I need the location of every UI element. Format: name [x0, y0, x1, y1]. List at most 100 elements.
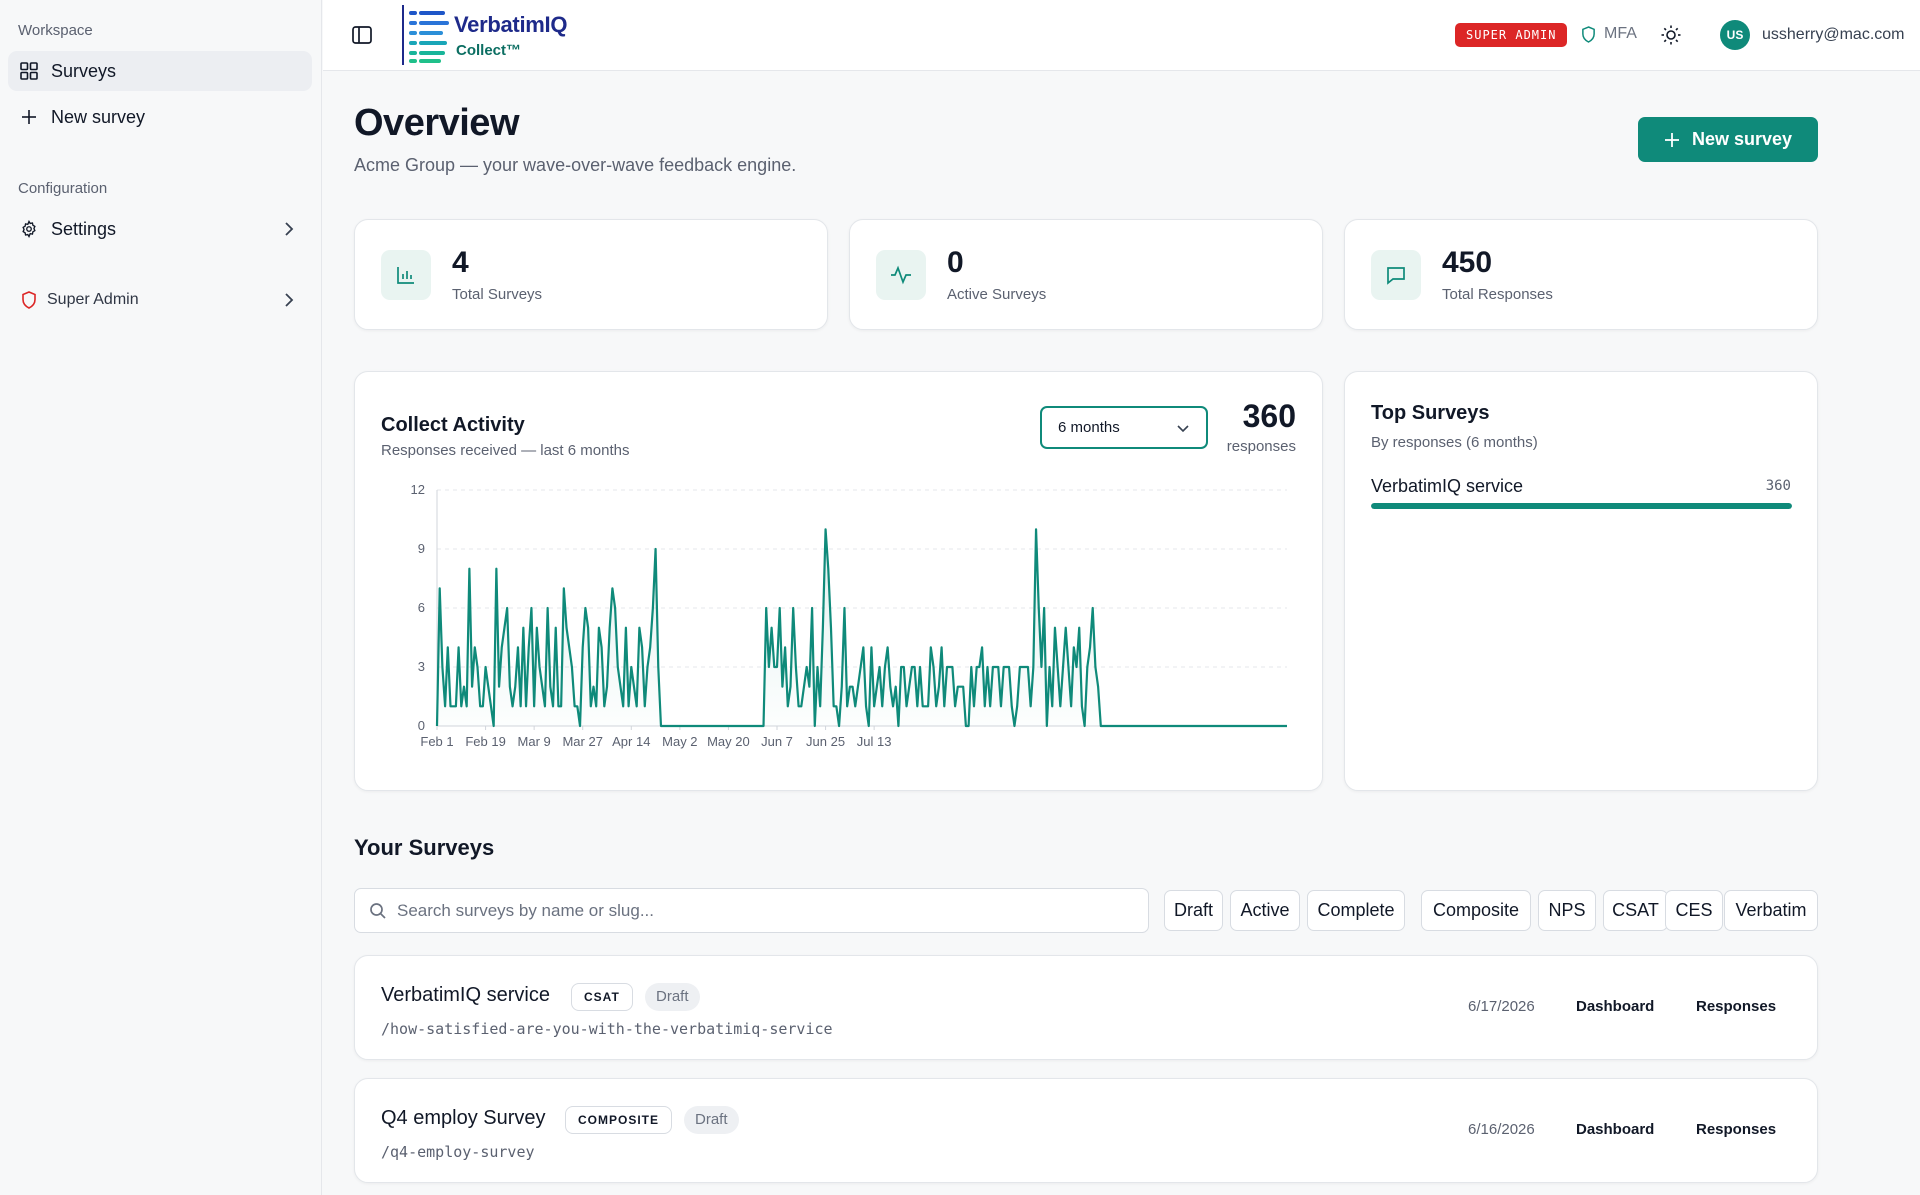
activity-card: Collect Activity Responses received — la…: [354, 371, 1323, 791]
sidebar-item-settings[interactable]: Settings: [8, 209, 312, 249]
message-icon: [1371, 250, 1421, 300]
stat-card-total-surveys: 4 Total Surveys: [354, 219, 828, 330]
sidebar-item-new-survey[interactable]: New survey: [8, 97, 312, 137]
y-tick-label: 3: [418, 659, 425, 674]
filter-complete[interactable]: Complete: [1307, 890, 1405, 931]
survey-slug: /q4-employ-survey: [381, 1143, 535, 1161]
super-admin-badge: SUPER ADMIN: [1455, 23, 1568, 47]
survey-type-badge: COMPOSITE: [565, 1106, 673, 1134]
page-title: Overview: [354, 102, 520, 144]
survey-name[interactable]: Q4 employ Survey: [381, 1107, 546, 1130]
top-survey-bar-fill: [1371, 503, 1792, 509]
top-header: VerbatimIQ Collect™ SUPER ADMIN MFA US u…: [323, 0, 1920, 71]
survey-name[interactable]: VerbatimIQ service: [381, 984, 550, 1007]
sidebar-item-label: Super Admin: [47, 291, 139, 308]
top-surveys-subtitle: By responses (6 months): [1371, 434, 1538, 451]
search-icon: [370, 902, 386, 919]
stat-value: 450: [1442, 246, 1493, 279]
workspace-group-label: Workspace: [18, 22, 93, 39]
user-email: ussherry@mac.com: [1762, 26, 1905, 43]
survey-date: 6/16/2026: [1468, 1121, 1535, 1138]
x-tick-label: Apr 14: [612, 734, 650, 749]
shield-icon: [1582, 25, 1595, 43]
avatar: US: [1720, 20, 1750, 50]
plus-icon: [19, 107, 39, 127]
bar-chart-icon: [381, 250, 431, 300]
x-tick-label: Mar 9: [518, 734, 551, 749]
filter-verbatim[interactable]: Verbatim: [1724, 890, 1818, 931]
mfa-label: MFA: [1604, 25, 1637, 42]
y-tick-label: 12: [411, 482, 425, 497]
survey-row[interactable]: Q4 employ Survey COMPOSITE Draft /q4-emp…: [354, 1078, 1818, 1183]
top-surveys-card: Top Surveys By responses (6 months) Verb…: [1344, 371, 1818, 791]
x-tick-label: Jun 25: [806, 734, 845, 749]
grid-icon: [19, 61, 39, 81]
top-surveys-title: Top Surveys: [1371, 402, 1490, 424]
y-tick-label: 6: [418, 600, 425, 615]
your-surveys-title: Your Surveys: [354, 835, 495, 860]
survey-status-badge: Draft: [645, 983, 700, 1011]
sidebar-item-label: Surveys: [51, 60, 117, 81]
page-subtitle: Acme Group — your wave-over-wave feedbac…: [354, 155, 797, 175]
configuration-group-label: Configuration: [18, 180, 108, 197]
survey-type-badge: CSAT: [571, 983, 633, 1011]
survey-dashboard-link[interactable]: Dashboard: [1576, 1121, 1654, 1138]
filter-ces[interactable]: CES: [1665, 890, 1723, 931]
user-menu[interactable]: US ussherry@mac.com: [1720, 20, 1905, 50]
filter-active[interactable]: Active: [1230, 890, 1300, 931]
series-area: [437, 529, 1287, 726]
stat-label: Active Surveys: [947, 286, 1047, 303]
x-tick-label: Mar 27: [562, 734, 602, 749]
top-survey-value: 360: [1765, 478, 1791, 494]
x-tick-label: May 20: [707, 734, 750, 749]
sidebar-item-super-admin[interactable]: Super Admin: [8, 280, 312, 320]
plus-icon: [1664, 132, 1679, 147]
x-tick-label: May 2: [662, 734, 697, 749]
x-tick-label: Jul 13: [857, 734, 892, 749]
survey-status-badge: Draft: [684, 1106, 739, 1134]
chevron-right-icon: [285, 222, 294, 236]
stat-value: 4: [452, 246, 469, 279]
survey-row[interactable]: VerbatimIQ service CSAT Draft /how-satis…: [354, 955, 1818, 1060]
new-survey-button[interactable]: New survey: [1638, 117, 1818, 162]
chevron-right-icon: [285, 293, 294, 307]
sun-icon[interactable]: [1660, 24, 1682, 46]
filter-composite[interactable]: Composite: [1421, 890, 1531, 931]
sidebar-item-label: Settings: [51, 218, 117, 239]
filter-draft[interactable]: Draft: [1164, 890, 1223, 931]
filter-nps[interactable]: NPS: [1538, 890, 1596, 931]
search-input[interactable]: [397, 900, 1117, 921]
survey-responses-link[interactable]: Responses: [1696, 1121, 1776, 1138]
gear-icon: [19, 219, 39, 239]
stat-label: Total Surveys: [452, 286, 543, 303]
x-tick-label: Jun 7: [761, 734, 793, 749]
activity-chart: 0 3 6 9 12 Feb 1 Feb 19 Mar 9 Mar 27 Apr 14 May 2 M…: [411, 482, 1287, 749]
survey-responses-link[interactable]: Responses: [1696, 998, 1776, 1015]
activity-icon: [876, 250, 926, 300]
filter-csat[interactable]: CSAT: [1603, 890, 1668, 931]
survey-search[interactable]: [354, 888, 1149, 933]
panel-toggle-icon[interactable]: [351, 24, 373, 46]
y-tick-label: 0: [418, 718, 425, 733]
logo-name: VerbatimIQ: [454, 12, 568, 37]
stat-label: Total Responses: [1442, 286, 1553, 303]
top-survey-name[interactable]: VerbatimIQ service: [1371, 476, 1523, 497]
logo-mark-icon: [402, 5, 449, 65]
stat-card-active-surveys: 0 Active Surveys: [849, 219, 1323, 330]
sidebar: Workspace Surveys New survey Configurati…: [0, 0, 322, 1195]
stat-card-total-responses: 450 Total Responses: [1344, 219, 1818, 330]
shield-icon: [19, 290, 39, 310]
survey-date: 6/17/2026: [1468, 998, 1535, 1015]
new-survey-button-label: New survey: [1691, 129, 1793, 149]
y-tick-label: 9: [418, 541, 425, 556]
survey-dashboard-link[interactable]: Dashboard: [1576, 998, 1654, 1015]
top-survey-bar-track: [1371, 503, 1792, 509]
x-tick-label: Feb 19: [465, 734, 505, 749]
sidebar-item-surveys[interactable]: Surveys: [8, 51, 312, 91]
stat-value: 0: [947, 246, 964, 279]
x-tick-label: Feb 1: [420, 734, 453, 749]
sidebar-item-label: New survey: [51, 106, 146, 127]
mfa-indicator[interactable]: MFA: [1581, 25, 1637, 43]
logo-sub: Collect™: [456, 42, 522, 59]
survey-slug: /how-satisfied-are-you-with-the-verbatim…: [381, 1020, 833, 1038]
